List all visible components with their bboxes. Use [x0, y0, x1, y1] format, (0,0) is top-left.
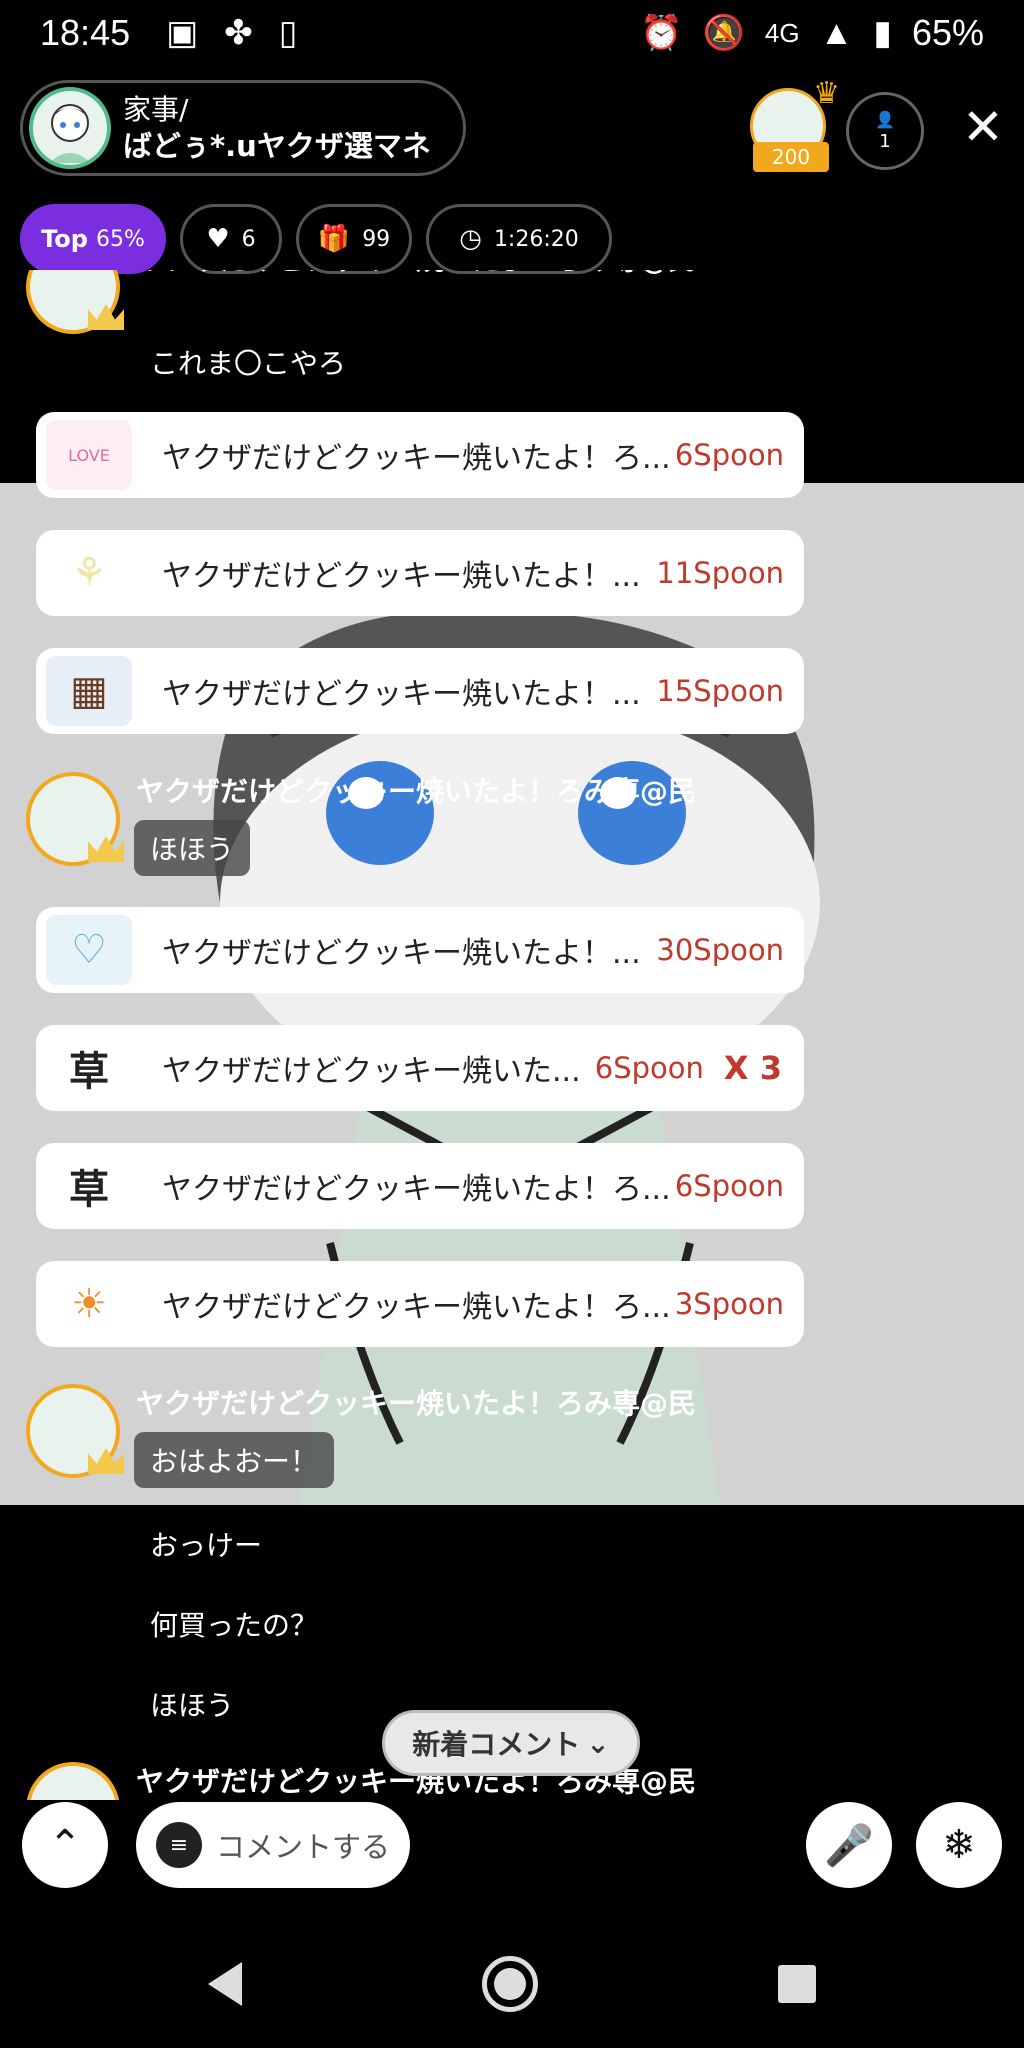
chat-text: これま〇こやろ: [150, 347, 347, 380]
snowflake-icon: ❄: [942, 1822, 976, 1868]
user-name: ヤクザだけどクッキー焼いたよ！ろみ専@民: [136, 775, 697, 808]
microphone-icon: 🎤: [824, 1822, 874, 1869]
top-fan-score: 200: [753, 142, 829, 172]
chat-text: 何買ったの？: [150, 1609, 319, 1642]
gift-message: ▦ ヤクザだけどクッキー焼いたよ！... 15Spoon: [36, 648, 804, 734]
gift-amount: 6Spoon: [674, 438, 784, 472]
gift-icon: 🎁: [317, 224, 351, 254]
gift-message: 草 ヤクザだけどクッキー焼いた... 6Spoon X 3: [36, 1025, 804, 1111]
image-icon: ▣: [166, 13, 199, 53]
user-avatar[interactable]: [26, 1762, 120, 1800]
kusa-sticker-icon: 草: [69, 1167, 109, 1213]
network-type: 4G: [764, 17, 800, 48]
gift-message: 草 ヤクザだけどクッキー焼いたよ！ろ... 6Spoon: [36, 1143, 804, 1229]
gift-message: LOVE ヤクザだけどクッキー焼いたよ！ろ... 6Spoon: [36, 412, 804, 498]
gift-sender: ヤクザだけどクッキー焼いたよ！...: [162, 936, 641, 971]
honmei-heart-sticker-icon: ♡: [46, 915, 132, 985]
comment-placeholder: コメントする: [216, 1830, 391, 1864]
listener-count: 1: [879, 131, 891, 152]
chat-feed[interactable]: ヤクザだけどクッキー焼いたよ！ろみ専@民 これま〇こやろ LOVE ヤクザだけど…: [0, 270, 1024, 1800]
gifts-count: 99: [362, 226, 391, 252]
battery-icon: ▮: [873, 14, 892, 52]
timer-pill[interactable]: ◷ 1:26:20: [426, 204, 612, 274]
likes-count: 6: [241, 226, 256, 252]
likes-pill[interactable]: ♥ 6: [180, 204, 282, 274]
new-comment-label: 新着コメント: [412, 1728, 581, 1761]
listener-count-button[interactable]: 👤 1: [846, 92, 924, 170]
back-icon[interactable]: [208, 1962, 242, 2006]
gift-sender: ヤクザだけどクッキー焼いた...: [162, 1054, 581, 1089]
live-title-line2: ばどぅ*.uヤクザ選マネ: [123, 129, 431, 163]
gift-message: ♡ ヤクザだけどクッキー焼いたよ！... 30Spoon: [36, 907, 804, 993]
status-time: 18:45: [40, 12, 131, 53]
user-name: ヤクザだけどクッキー焼いたよ！ろみ専@民: [136, 1387, 697, 1420]
chat-bubble: ほほう: [134, 820, 251, 876]
live-timer: 1:26:20: [493, 226, 579, 252]
gift-sender: ヤクザだけどクッキー焼いたよ！ろ...: [162, 441, 671, 476]
user-name: ヤクザだけどクッキー焼いたよ！ろみ専@民: [136, 270, 696, 278]
person-icon: 👤: [875, 110, 895, 129]
new-comment-button[interactable]: 新着コメント ⌄: [382, 1710, 640, 1776]
gift-sender: ヤクザだけどクッキー焼いたよ！ろ...: [162, 1290, 671, 1325]
gift-amount: 3Spoon: [674, 1287, 784, 1321]
chevron-down-icon: ⌄: [586, 1726, 610, 1760]
chat-bubble: おはよおー！: [134, 1432, 335, 1488]
host-avatar[interactable]: [29, 87, 111, 169]
clock-icon: ◷: [459, 224, 482, 254]
gift-sender: ヤクザだけどクッキー焼いたよ！...: [162, 559, 641, 594]
gifts-pill[interactable]: 🎁 99: [296, 204, 412, 274]
gift-amount: 15Spoon: [656, 674, 784, 708]
gift-sender: ヤクザだけどクッキー焼いたよ！...: [162, 677, 641, 712]
ohayou-sun-sticker-icon: ☀: [71, 1281, 107, 1327]
cookie-box-sticker-icon: ▦: [46, 656, 132, 726]
top-value: 65%: [95, 226, 145, 252]
gift-amount: 6Spoon: [594, 1051, 704, 1085]
close-icon: ✕: [962, 98, 1004, 156]
chat-text: ほほう: [150, 1689, 235, 1722]
gift-multiplier: X 3: [723, 1049, 782, 1087]
chat-text: おっけー: [150, 1529, 263, 1562]
recent-apps-icon[interactable]: [778, 1965, 816, 2003]
chevron-up-icon: ⌃: [48, 1822, 82, 1868]
heart-icon: ♥: [206, 224, 230, 254]
gift-amount: 11Spoon: [656, 556, 784, 590]
chat-bubble-icon: ≡: [156, 1822, 202, 1868]
gift-sender: ヤクザだけどクッキー焼いたよ！ろ...: [162, 1172, 671, 1207]
fan-icon: ✤: [224, 13, 253, 53]
white-day-love-sticker-icon: LOVE: [46, 420, 132, 490]
live-title-header[interactable]: 家事/ ばどぅ*.uヤクザ選マネ: [20, 80, 466, 176]
close-button[interactable]: ✕: [958, 102, 1008, 152]
gift-message: ⚘ ヤクザだけどクッキー焼いたよ！... 11Spoon: [36, 530, 804, 616]
phone-icon: ▯: [278, 13, 298, 53]
mute-icon: 🔕: [702, 14, 745, 52]
home-icon[interactable]: [482, 1956, 538, 2012]
white-rose-sticker-icon: ⚘: [71, 550, 107, 596]
live-title-line1: 家事/: [123, 93, 189, 126]
top-rank-pill[interactable]: Top 65%: [20, 204, 166, 274]
effects-button[interactable]: ❄: [916, 1802, 1002, 1888]
top-fan-badge[interactable]: ♛ 200: [750, 76, 840, 172]
battery-percent: 65%: [911, 12, 984, 53]
signal-icon: ▲: [819, 13, 854, 52]
gift-message: ☀ ヤクザだけどクッキー焼いたよ！ろ... 3Spoon: [36, 1261, 804, 1347]
crown-icon: ♛: [813, 76, 840, 111]
stats-pills: Top 65% ♥ 6 🎁 99 ◷ 1:26:20: [20, 204, 612, 274]
gift-amount: 30Spoon: [656, 933, 784, 967]
top-label: Top: [41, 225, 88, 253]
microphone-button[interactable]: 🎤: [806, 1802, 892, 1888]
comment-input[interactable]: ≡ コメントする: [136, 1802, 410, 1888]
kusa-sticker-icon: 草: [69, 1049, 109, 1095]
expand-button[interactable]: ⌃: [22, 1802, 108, 1888]
gift-amount: 6Spoon: [674, 1169, 784, 1203]
status-bar: 18:45 ▣ ✤ ▯ ⏰ 🔕 4G ▲ ▮ 65%: [0, 0, 1024, 66]
alarm-icon: ⏰: [640, 14, 683, 52]
system-nav-bar: [0, 1920, 1024, 2048]
